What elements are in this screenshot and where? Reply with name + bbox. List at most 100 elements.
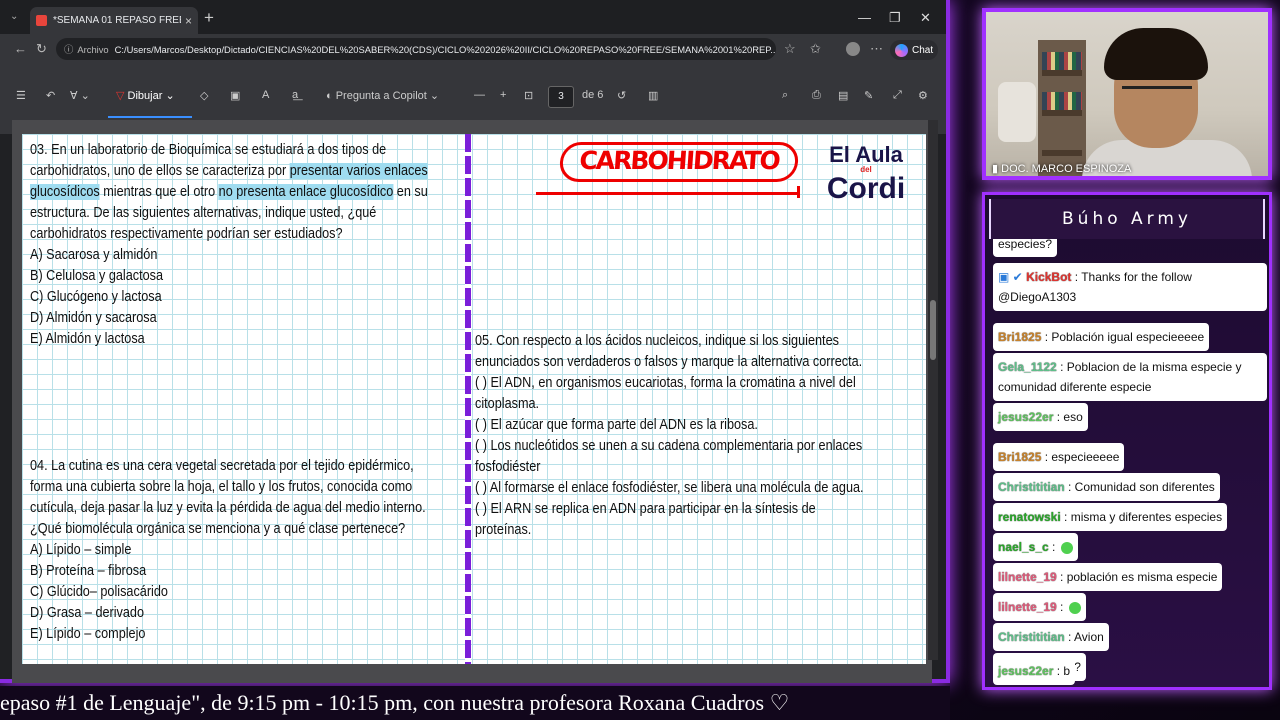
profile-avatar[interactable]: [846, 42, 860, 56]
q5-line: 05. Con respecto a los ácidos nucleicos,…: [475, 333, 839, 349]
books: [1042, 92, 1082, 110]
page-number-input[interactable]: 3: [548, 86, 574, 108]
chat-username[interactable]: Christititian: [998, 630, 1065, 644]
search-icon[interactable]: ⌕: [782, 89, 788, 102]
news-ticker: epaso #1 de Lenguaje", de 9:15 pm - 10:1…: [0, 686, 950, 720]
copilot-button[interactable]: Chat: [890, 40, 939, 60]
new-tab-icon[interactable]: +: [204, 8, 214, 28]
question-4: 04. La cutina es una cera vegetal secret…: [30, 456, 426, 645]
chat-message: renatowski : misma y diferentes especies: [993, 503, 1228, 531]
close-tab-icon[interactable]: ×: [185, 14, 192, 28]
shelf-board: [1042, 150, 1082, 156]
menu-icon[interactable]: ⋯: [870, 41, 883, 57]
chat-username[interactable]: lilnette_19: [998, 600, 1057, 614]
tab-title: *SEMANA 01 REPASO FREE - DOC: [53, 15, 181, 26]
chat-username[interactable]: Bri1825: [998, 450, 1041, 464]
scrollbar[interactable]: [928, 120, 938, 660]
q3-line-2-text: carbohidratos, uno de ellos se caracteri…: [30, 163, 290, 179]
undo-icon[interactable]: ↶: [46, 89, 55, 102]
q4-option-a: A) Lípido – simple: [30, 542, 132, 558]
fullscreen-icon[interactable]: ⤢: [893, 89, 902, 102]
minimize-icon[interactable]: —: [858, 10, 871, 25]
q5-line: ( ) El ADN, en organismos eucariotas, fo…: [475, 375, 856, 391]
logo-line-1: El Aula: [829, 142, 903, 167]
scrollbar-thumb[interactable]: [930, 300, 936, 360]
q5-line: citoplasma.: [475, 396, 540, 412]
chat-message: jesus22er : b: [993, 657, 1076, 685]
tab-active[interactable]: *SEMANA 01 REPASO FREE - DOC ×: [30, 7, 198, 34]
highlight-icon[interactable]: ∀ ⌄: [70, 89, 90, 102]
chat-username[interactable]: KickBot: [1026, 270, 1071, 284]
url-text: C:/Users/Marcos/Desktop/Dictado/CIENCIAS…: [114, 43, 776, 55]
books: [1042, 52, 1082, 70]
q5-line: ( ) Los nucleótidos se unen a su cadena …: [475, 438, 863, 454]
address-label: Archivo: [77, 43, 109, 55]
chat-message: Bri1825 : especieeeee: [993, 443, 1125, 471]
column-divider: [465, 134, 471, 664]
chat-panel: Búho Army especies? ▣ ✔ KickBot : Thanks…: [982, 192, 1272, 690]
q3-line: estructura. De las siguientes alternativ…: [30, 205, 377, 221]
q4-option-e: E) Lípido – complejo: [30, 626, 146, 642]
refresh-icon[interactable]: ↻: [36, 41, 47, 57]
chat-username[interactable]: nael_s_c: [998, 540, 1049, 554]
text-box-icon[interactable]: ▣: [230, 89, 240, 102]
chat-username[interactable]: Christititian: [998, 480, 1065, 494]
presenter-hair: [1104, 28, 1208, 80]
eraser-icon[interactable]: ◇: [200, 89, 208, 102]
text-icon[interactable]: A: [262, 89, 269, 101]
save-icon[interactable]: ▤: [838, 89, 848, 102]
contents-icon[interactable]: ☰: [16, 89, 26, 102]
copilot-label: Chat: [912, 44, 934, 56]
back-icon[interactable]: ←: [14, 41, 27, 56]
fit-page-icon[interactable]: ⊡: [524, 89, 533, 102]
browser-window: ⌄ *SEMANA 01 REPASO FREE - DOC × + — ❐ ✕…: [0, 0, 950, 683]
chat-username[interactable]: jesus22er: [998, 410, 1053, 424]
q5-line: ( ) El ARN se replica en ADN para partic…: [475, 501, 816, 517]
ask-copilot-button[interactable]: ◐ Pregunta a Copilot ⌄: [326, 89, 439, 102]
chat-username[interactable]: lilnette_19: [998, 570, 1057, 584]
print-icon[interactable]: ⎙: [812, 89, 821, 102]
draw-label: Dibujar: [127, 90, 163, 102]
read-aloud-icon[interactable]: a͟: [292, 89, 298, 101]
tab-search-icon[interactable]: ⌄: [10, 11, 18, 22]
chat-username[interactable]: renatowski: [998, 510, 1061, 524]
q4-option-b: B) Proteína – fibrosa: [30, 563, 147, 579]
chat-message: ▣ ✔ KickBot : Thanks for the follow @Die…: [993, 263, 1267, 311]
chat-message: Christititian : Comunidad son diferentes: [993, 473, 1220, 501]
chat-username[interactable]: jesus22er: [998, 664, 1053, 678]
chat-username[interactable]: Bri1825: [998, 330, 1041, 344]
chat-message: jesus22er : eso: [993, 403, 1088, 431]
pdf-page: 03. En un laboratorio de Bioquímica se e…: [22, 134, 926, 664]
rotate-icon[interactable]: ↺: [617, 89, 626, 102]
pdf-viewer: 03. En un laboratorio de Bioquímica se e…: [12, 120, 932, 683]
q3-option-e: E) Almidón y lactosa: [30, 331, 145, 347]
tab-bar: ⌄ *SEMANA 01 REPASO FREE - DOC × + — ❐ ✕: [0, 0, 946, 34]
q5-line: ( ) El azúcar que forma parte del ADN es…: [475, 417, 758, 433]
q3-option-c: C) Glucógeno y lactosa: [30, 289, 162, 305]
star-icon[interactable]: ☆: [784, 41, 796, 57]
draw-button[interactable]: ▽ Dibujar ⌄: [116, 89, 175, 102]
q4-line: cutícula, deja pasar la luz y evita la p…: [30, 500, 426, 516]
favorites-icon[interactable]: ✩: [810, 41, 821, 57]
q3-line-3: glucosídicos mientras que el otro no pre…: [30, 184, 428, 200]
presenter-glasses: [1122, 86, 1192, 104]
stream-scene: ⌄ *SEMANA 01 REPASO FREE - DOC × + — ❐ ✕…: [0, 0, 1280, 720]
chat-text: : b: [1053, 664, 1071, 678]
zoom-in-icon[interactable]: +: [500, 89, 506, 101]
zoom-out-icon[interactable]: —: [474, 89, 485, 101]
info-icon: ⓘ: [64, 44, 74, 55]
close-window-icon[interactable]: ✕: [920, 10, 931, 26]
settings-icon[interactable]: ⚙: [918, 89, 928, 102]
address-bar[interactable]: ⓘ Archivo C:/Users/Marcos/Desktop/Dictad…: [56, 38, 776, 60]
q4-line: 04. La cutina es una cera vegetal secret…: [30, 458, 414, 474]
chat-text: :: [1056, 600, 1064, 614]
logo: El Aula del Cordi: [826, 144, 906, 210]
save-as-icon[interactable]: ✎: [864, 89, 873, 102]
chat-text: : misma y diferentes especies: [1060, 510, 1223, 524]
page-view-icon[interactable]: ▥: [648, 89, 658, 102]
logo-line-3: Cordi: [826, 172, 906, 205]
chat-username[interactable]: Gela_1122: [998, 360, 1057, 374]
restore-icon[interactable]: ❐: [889, 10, 901, 26]
chat-text: :: [1048, 540, 1056, 554]
coat: [998, 82, 1036, 142]
